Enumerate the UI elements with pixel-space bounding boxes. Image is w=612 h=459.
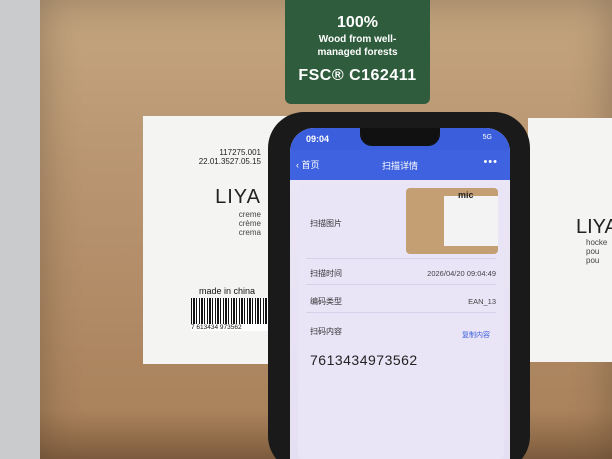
nav-bar: ‹ 首页 扫描详情 ••• [290,150,510,180]
scan-content-value: 7613434973562 [310,352,418,368]
barcode-image [191,298,273,326]
made-in-text: made in china [199,286,256,296]
scan-time-label: 扫描时间 [310,269,342,278]
variant-3: crema [238,228,261,237]
product-name-right: LIYA [576,216,612,238]
code-type-label: 编码类型 [310,297,342,306]
scan-time-value: 2026/04/20 09:04:49 [427,269,496,278]
product-name: LIYA [215,186,261,208]
fsc-desc-line2: managed forests [317,47,398,58]
scan-content-label: 扫码内容 [310,327,342,336]
variant-right-3: pou [586,256,600,265]
product-label-right: LIYA hocke pou pou [528,118,612,362]
variant-right-2: pou [586,247,600,256]
photo-scene: 100% Wood from well- managed forests FSC… [0,0,612,459]
scan-image-label: 扫描图片 [310,219,342,228]
status-time: 09:04 [306,134,330,144]
divider [306,284,496,285]
fsc-desc-line1: Wood from well- [318,34,397,45]
scan-image-thumbnail[interactable]: mic [406,188,498,254]
product-variants-right: hocke pou pou [586,238,607,265]
product-code-2: 22.01.3527.05.15 [198,157,261,166]
variant-1: creme [238,210,261,219]
product-variants: creme crème crema [239,210,261,237]
barcode-digits: 7 613434 973562 [191,324,273,331]
fsc-label: 100% Wood from well- managed forests FSC… [285,0,430,104]
variant-right-1: hocke [586,238,608,247]
more-menu-button[interactable]: ••• [483,156,498,168]
divider [306,258,496,259]
product-codes: 117275.001 22.01.3527.05.15 [199,148,261,166]
product-code-1: 117275.001 [219,148,261,157]
fsc-code: FSC® C162411 [298,67,417,84]
page-title: 扫描详情 [381,161,418,171]
phone-screen: 09:04 5G ‹ 首页 扫描详情 ••• 扫描图片 mic 扫描时间 202… [290,128,510,459]
thumb-text: mic [458,190,474,200]
variant-2: crème [238,219,261,228]
phone-notch [360,128,440,146]
thumb-paper [444,196,498,246]
fsc-percent: 100% [337,14,378,31]
divider [306,312,496,313]
signal-indicator: 5G [482,134,492,141]
copy-content-button[interactable]: 复制内容 [462,330,490,340]
scan-detail-card: 扫描图片 mic 扫描时间 2026/04/20 09:04:49 编码类型 E… [298,184,504,459]
code-type-value: EAN_13 [468,297,496,306]
